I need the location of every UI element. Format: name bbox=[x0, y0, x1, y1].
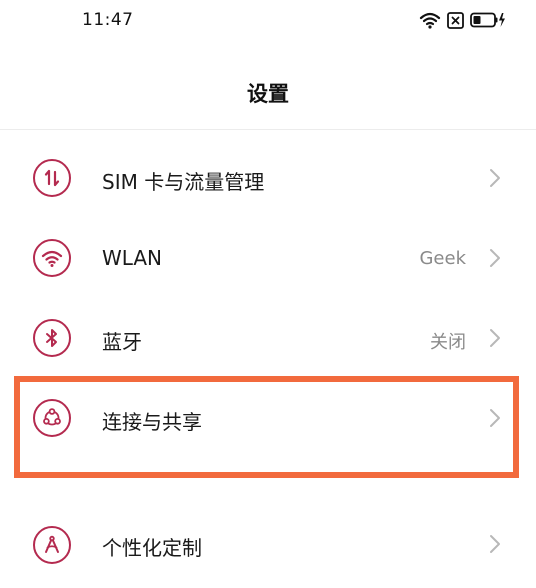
status-icons bbox=[419, 11, 506, 29]
chevron-right-icon bbox=[488, 248, 502, 268]
setting-label-sim: SIM 卡与流量管理 bbox=[102, 170, 265, 194]
chevron-right-icon bbox=[488, 534, 502, 554]
close-box-icon bbox=[447, 11, 464, 29]
sim-data-icon bbox=[33, 159, 71, 197]
status-time: 11:47 bbox=[82, 10, 134, 30]
header-divider bbox=[0, 129, 536, 130]
setting-label-bluetooth: 蓝牙 bbox=[102, 330, 142, 354]
setting-row-wlan[interactable]: WLAN Geek bbox=[0, 218, 536, 298]
highlight-box bbox=[14, 376, 519, 478]
wifi-icon bbox=[33, 239, 71, 277]
page-title: 设置 bbox=[247, 82, 289, 106]
setting-row-sim[interactable]: SIM 卡与流量管理 bbox=[0, 138, 536, 218]
status-bar: 11:47 bbox=[0, 0, 536, 44]
setting-label-wlan: WLAN bbox=[102, 246, 163, 270]
battery-charging-icon bbox=[470, 12, 506, 28]
chevron-right-icon bbox=[488, 328, 502, 348]
setting-value-wlan: Geek bbox=[419, 248, 466, 269]
personalization-icon bbox=[33, 526, 71, 564]
chevron-right-icon bbox=[488, 168, 502, 188]
setting-value-bluetooth: 关闭 bbox=[430, 332, 466, 353]
setting-label-personalization: 个性化定制 bbox=[102, 536, 202, 560]
title-bar: 设置 bbox=[0, 70, 536, 118]
setting-row-bluetooth[interactable]: 蓝牙 关闭 bbox=[0, 298, 536, 378]
bluetooth-icon bbox=[33, 319, 71, 357]
setting-row-personalization[interactable]: 个性化定制 bbox=[0, 508, 536, 588]
wifi-icon bbox=[419, 11, 441, 29]
